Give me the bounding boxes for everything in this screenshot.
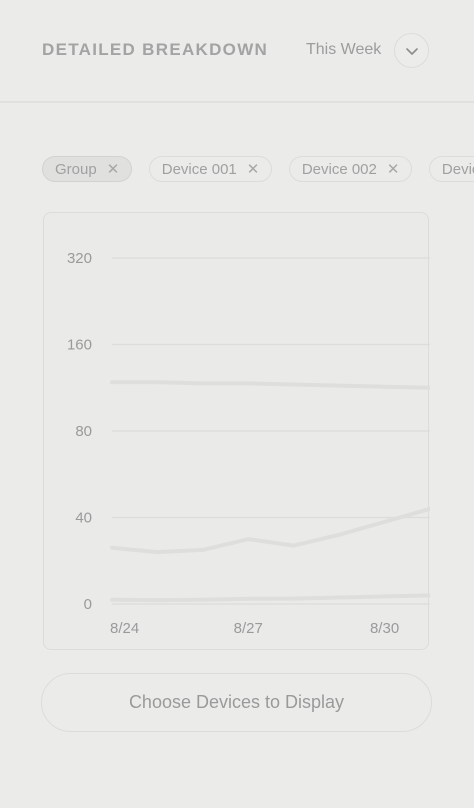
chevron-down-icon bbox=[406, 48, 418, 55]
filter-chip-label: Devic bbox=[441, 161, 474, 178]
page-title: DETAILED BREAKDOWN bbox=[42, 40, 269, 59]
filter-chip-label: Device 001 bbox=[161, 161, 237, 178]
y-tick-label: 80 bbox=[75, 423, 92, 440]
series-line-1 bbox=[110, 380, 430, 390]
y-tick-label: 40 bbox=[75, 510, 92, 527]
choose-devices-button[interactable]: Choose Devices to Display bbox=[41, 673, 432, 732]
filter-chip-device-003[interactable]: Devic bbox=[428, 156, 474, 182]
close-icon[interactable]: ✕ bbox=[387, 157, 400, 182]
time-range-label[interactable]: This Week bbox=[306, 41, 381, 59]
y-tick-label: 320 bbox=[67, 250, 92, 267]
time-range-dropdown-button[interactable] bbox=[394, 33, 429, 68]
close-icon[interactable]: ✕ bbox=[107, 157, 120, 182]
series-line-3 bbox=[110, 593, 430, 603]
x-tick-label: 8/30 bbox=[370, 620, 399, 637]
filter-chip-label: Device 002 bbox=[301, 161, 377, 178]
series-line-2 bbox=[110, 506, 430, 555]
filter-chip-device-001[interactable]: Device 001 ✕ bbox=[148, 156, 273, 182]
filter-chip-label: Group bbox=[55, 161, 97, 178]
filter-chip-device-002[interactable]: Device 002 ✕ bbox=[288, 156, 413, 182]
device-filter-chips: Group ✕ Device 001 ✕ Device 002 ✕ Devic bbox=[42, 156, 474, 186]
x-tick-label: 8/24 bbox=[110, 620, 139, 637]
y-tick-label: 160 bbox=[67, 337, 92, 354]
header: DETAILED BREAKDOWN This Week bbox=[0, 0, 474, 103]
breakdown-chart: 0 40 80 160 320 8/24 8/27 8/30 bbox=[43, 212, 430, 650]
close-icon[interactable]: ✕ bbox=[247, 157, 260, 182]
line-chart: 0 40 80 160 320 8/24 8/27 8/30 bbox=[67, 250, 430, 637]
filter-chip-group[interactable]: Group ✕ bbox=[42, 156, 133, 182]
x-tick-label: 8/27 bbox=[234, 620, 263, 637]
y-tick-label: 0 bbox=[84, 596, 92, 613]
